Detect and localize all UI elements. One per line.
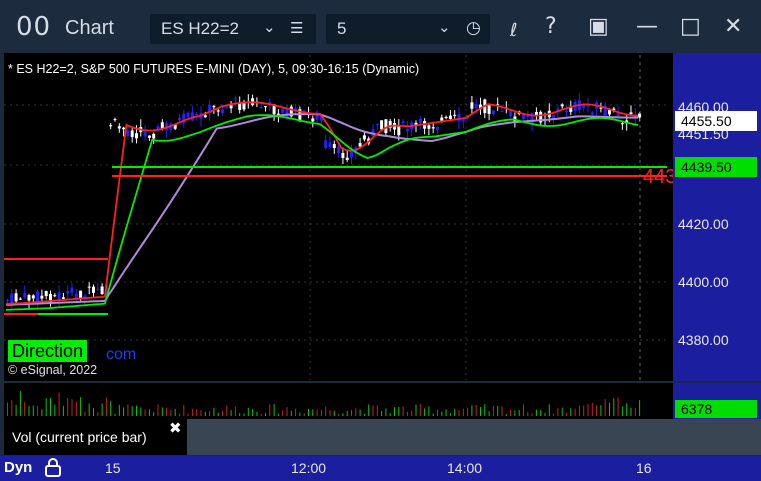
last-price-tag: 4455.50 bbox=[675, 111, 757, 131]
symbol-value: ES H22=2 bbox=[161, 19, 239, 38]
time-tick: 16 bbox=[636, 460, 652, 476]
com-link[interactable]: com bbox=[106, 346, 136, 364]
volume-value-tag: 6378 bbox=[675, 400, 757, 418]
minimize-icon[interactable]: — bbox=[636, 14, 658, 39]
time-tick: 12:00 bbox=[291, 460, 327, 476]
price-tick: 4380.00 bbox=[678, 332, 729, 348]
time-tick: 15 bbox=[105, 460, 121, 476]
chevron-down-icon[interactable]: ⌄ bbox=[263, 18, 276, 36]
layout-icon[interactable]: ▣ bbox=[588, 14, 609, 39]
dyn-label[interactable]: Dyn bbox=[4, 459, 32, 476]
clock-icon[interactable]: ◷ bbox=[466, 18, 481, 38]
interval-value: 5 bbox=[337, 19, 347, 38]
maximize-icon[interactable]: □ bbox=[680, 14, 701, 39]
red-level-price-overflow: 443 bbox=[643, 166, 673, 188]
price-tick: 4400.00 bbox=[678, 274, 729, 290]
help-icon[interactable]: ? bbox=[545, 14, 557, 39]
price-chart[interactable] bbox=[4, 53, 673, 381]
direction-label: Direction bbox=[8, 340, 88, 362]
copyright: © eSignal, 2022 bbox=[8, 363, 98, 377]
draw-icon[interactable]: ℓ bbox=[510, 20, 517, 41]
lock-icon[interactable] bbox=[42, 456, 64, 478]
list-icon[interactable]: ☰ bbox=[290, 19, 303, 37]
close-icon[interactable]: ✕ bbox=[724, 14, 742, 39]
symbol-selector[interactable]: ES H22=2 ⌄ ☰ bbox=[150, 14, 316, 44]
app-icon: 00 bbox=[16, 12, 52, 42]
volume-label: Vol (current price bar) bbox=[4, 419, 187, 455]
window-title: Chart bbox=[65, 17, 114, 39]
volume-pane[interactable] bbox=[4, 383, 673, 419]
chart-header: * ES H22=2, S&P 500 FUTURES E-MINI (DAY)… bbox=[8, 62, 420, 76]
chevron-down-icon[interactable]: ⌄ bbox=[438, 18, 451, 36]
interval-selector[interactable]: 5 ⌄ ◷ bbox=[326, 14, 490, 44]
green-level-tag: 4439.50 bbox=[675, 157, 757, 177]
close-icon[interactable]: ✖ bbox=[169, 419, 182, 437]
time-tick: 14:00 bbox=[447, 460, 483, 476]
price-tick: 4420.00 bbox=[678, 216, 729, 232]
